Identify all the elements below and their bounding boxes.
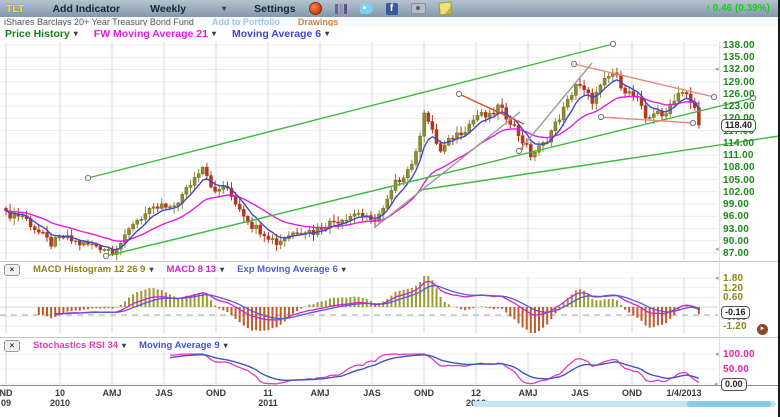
price-history-dropdown[interactable]: Price History (5, 28, 78, 40)
chart-canvas[interactable] (0, 0, 780, 417)
stoch-ma-label: Moving Average 9 (139, 340, 220, 351)
price-axis-label: 108.00 (723, 162, 778, 173)
stoch-value-box: 0.00 (721, 378, 747, 391)
close-stoch-pane-button[interactable] (4, 340, 20, 352)
price-axis-label: 111.00 (723, 150, 778, 161)
price-pane-header: Price History FW Moving Average 21 Movin… (0, 26, 780, 41)
timeframe-select[interactable]: Weekly (150, 3, 226, 15)
macd-scroll-right-button[interactable] (757, 324, 768, 335)
stoch-axis-label: 100.00 (723, 349, 778, 360)
top-toolbar: TLT Add Indicator Weekly Settings 0.46 (… (0, 0, 780, 17)
price-axis-label: 132.00 (723, 64, 778, 75)
ma6-dropdown[interactable]: Moving Average 6 (232, 28, 329, 40)
up-arrow-icon (706, 3, 711, 14)
add-indicator-button[interactable]: Add Indicator (52, 3, 120, 15)
stoch-rsi-dropdown[interactable]: Stochastics RSI 34 (33, 340, 126, 351)
time-axis-label: AMJ (296, 388, 344, 398)
notes-icon[interactable] (438, 1, 452, 15)
chevron-down-icon (122, 341, 126, 350)
scale-arrow-icon (715, 351, 719, 358)
charting-app-window: TLT Add Indicator Weekly Settings 0.46 (… (0, 0, 780, 417)
settings-button[interactable]: Settings (254, 3, 295, 15)
price-axis-label: 138.00 (723, 40, 778, 51)
price-axis-label: 123.00 (723, 101, 778, 112)
time-axis-label: 1/4/2013 (660, 388, 708, 398)
price-axis-label: 135.00 (723, 52, 778, 63)
price-axis-label: 126.00 (723, 89, 778, 100)
macd-pane-header: MACD Histogram 12 26 9 MACD 8 13 Exp Mov… (0, 263, 718, 276)
chevron-down-icon (224, 341, 228, 350)
timeframe-value: Weekly (150, 3, 186, 15)
scale-arrow-icon (714, 381, 718, 388)
macd-axis-label: -1.20 (723, 321, 778, 332)
scale-arrow-icon (715, 246, 719, 253)
time-axis-label: OND (192, 388, 240, 398)
scale-arrow-icon (715, 275, 719, 282)
scrollbar-thumb[interactable] (687, 401, 771, 407)
macd-line-label: MACD 8 13 (166, 264, 216, 275)
close-macd-pane-button[interactable] (4, 264, 20, 276)
alerts-icon[interactable] (309, 2, 322, 15)
time-axis-label: ND09 (0, 388, 30, 408)
time-axis-label: JAS (556, 388, 604, 398)
chevron-down-icon (212, 29, 216, 38)
chevron-down-icon (220, 265, 224, 274)
time-axis-label: AMJ (504, 388, 552, 398)
price-axis-label: 102.00 (723, 187, 778, 198)
price-axis-label: 105.00 (723, 175, 778, 186)
price-axis-label: 93.00 (723, 224, 778, 235)
stoch-pane-header: Stochastics RSI 34 Moving Average 9 (0, 339, 718, 352)
chevron-down-icon (149, 265, 153, 274)
horizontal-scrollbar[interactable] (473, 401, 776, 407)
time-axis-label: OND (608, 388, 656, 398)
twitter-icon[interactable] (360, 3, 373, 14)
last-price-box: 118.40 (721, 119, 756, 132)
macd-value-box: -0.16 (721, 306, 750, 319)
scale-arrow-icon (715, 66, 719, 73)
price-axis-label: 99.00 (723, 199, 778, 210)
facebook-icon[interactable] (386, 3, 398, 15)
price-axis-label: 90.00 (723, 236, 778, 247)
price-change-indicator: 0.46 (0.39%) (706, 3, 770, 14)
ma6-label: Moving Average 6 (232, 28, 321, 40)
price-axis-label: 87.00 (723, 248, 778, 259)
time-axis-label: 102010 (36, 388, 84, 408)
symbol-ticker[interactable]: TLT (6, 3, 24, 15)
macd-axis-label: 0.60 (723, 292, 778, 303)
bar-chart-icon[interactable] (335, 4, 347, 14)
price-history-label: Price History (5, 28, 70, 40)
chevron-down-icon (342, 265, 346, 274)
chevron-down-icon (222, 4, 226, 13)
price-axis-label: 129.00 (723, 77, 778, 88)
macd-ema-label: Exp Moving Average 6 (237, 264, 338, 275)
time-axis-label: JAS (348, 388, 396, 398)
time-axis-label: AMJ (88, 388, 136, 398)
fw-ma21-label: FW Moving Average 21 (94, 28, 208, 40)
chevron-down-icon (74, 29, 78, 38)
macd-histogram-dropdown[interactable]: MACD Histogram 12 26 9 (33, 264, 153, 275)
camera-icon[interactable] (411, 3, 426, 14)
time-axis-label: JAS (140, 388, 188, 398)
macd-histogram-label: MACD Histogram 12 26 9 (33, 264, 145, 275)
chevron-down-icon (325, 29, 329, 38)
macd-ema-dropdown[interactable]: Exp Moving Average 6 (237, 264, 346, 275)
time-axis-label: OND (400, 388, 448, 398)
fw-ma21-dropdown[interactable]: FW Moving Average 21 (94, 28, 216, 40)
macd-line-dropdown[interactable]: MACD 8 13 (166, 264, 224, 275)
stoch-axis-label: 50.00 (723, 364, 778, 375)
stoch-ma-dropdown[interactable]: Moving Average 9 (139, 340, 228, 351)
change-text: 0.46 (0.39%) (713, 3, 770, 14)
price-axis-label: 96.00 (723, 211, 778, 222)
time-axis-label: 112011 (244, 388, 292, 408)
stoch-rsi-label: Stochastics RSI 34 (33, 340, 118, 351)
price-axis-label: 114.00 (723, 138, 778, 149)
